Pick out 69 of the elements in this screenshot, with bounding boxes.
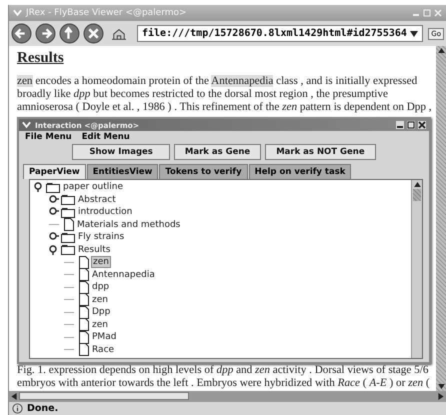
section-heading: Results <box>17 50 65 67</box>
forward-icon[interactable] <box>35 23 56 44</box>
reload-icon[interactable] <box>59 23 80 44</box>
maximize-icon[interactable] <box>407 121 415 129</box>
document-icon <box>79 293 89 306</box>
document-icon <box>79 343 89 356</box>
scroll-down-icon[interactable] <box>438 384 444 389</box>
tree-item[interactable]: Race <box>91 344 116 355</box>
scrollbar-thumb[interactable] <box>413 189 421 201</box>
horizontal-scrollbar[interactable] <box>9 391 446 401</box>
tree-item[interactable]: Materials and methods <box>76 220 182 230</box>
close-icon[interactable] <box>418 121 426 129</box>
tree-item[interactable]: zen <box>91 294 109 305</box>
collapsed-handle-icon[interactable] <box>49 194 59 205</box>
action-button[interactable]: Show Images <box>72 144 170 160</box>
vertical-scrollbar[interactable] <box>436 46 446 391</box>
document-icon <box>79 268 89 282</box>
folder-icon <box>61 232 75 243</box>
document-icon <box>79 280 89 294</box>
action-button[interactable]: Mark as NOT Gene <box>265 144 376 160</box>
status-text: Done. <box>27 403 58 414</box>
menu-item[interactable]: File Menu <box>25 132 72 142</box>
scroll-left-icon[interactable] <box>11 392 17 400</box>
figure-caption: Fig. 1. expression depends on high levels of dpp and zen activity . Dorsal views of stage 5/6 embryos with anterior towards the left . Embryos were hybridized with Race ( A-E ) or zen ( <box>17 364 431 390</box>
folder-icon <box>61 244 75 256</box>
folder-icon <box>61 206 75 218</box>
expanded-handle-icon[interactable] <box>49 244 59 255</box>
minimize-icon[interactable] <box>396 121 404 129</box>
document-icon <box>79 330 89 344</box>
back-icon[interactable] <box>11 23 32 44</box>
tree-item[interactable]: Abstract <box>77 194 117 205</box>
tree-item[interactable]: zen <box>91 256 111 268</box>
paragraph: zen encodes a homeodomain protein of the Antennapedia class , and is initially expressed broadly like dpp but becomes restricted to the dorsal most region , the presumptive amnioserosa ( Doyle et al. , 1986 ) . This refinement of the zen pattern is dependent on Dpp , <box>17 75 432 114</box>
tree-item[interactable]: introduction <box>77 207 134 218</box>
vertical-scrollbar[interactable] <box>411 180 422 358</box>
collapsed-handle-icon[interactable] <box>49 232 59 242</box>
stop-icon[interactable] <box>83 23 104 44</box>
tab[interactable]: EntitiesView <box>86 164 158 179</box>
home-icon[interactable] <box>110 26 128 40</box>
scroll-right-icon[interactable] <box>438 392 444 400</box>
document-icon <box>79 318 89 332</box>
document-icon <box>79 256 89 269</box>
tree-item[interactable]: dpp <box>91 282 110 292</box>
scroll-up-icon[interactable] <box>414 182 420 187</box>
tree-item[interactable]: Antennapedia <box>91 270 156 280</box>
scrollbar-thumb[interactable] <box>19 392 189 400</box>
tree-item[interactable]: Fly strains <box>77 232 126 242</box>
expanded-handle-icon[interactable] <box>34 182 44 192</box>
window-title: JRex - FlyBase Viewer <@palermo> <box>26 8 188 18</box>
tab[interactable]: Tokens to verify <box>159 164 248 179</box>
address-field[interactable]: file:///tmp/15728670.8lxml1429html#id2755364 <box>137 25 424 42</box>
chevron-icon[interactable] <box>13 9 22 17</box>
chevron-icon[interactable] <box>22 121 31 129</box>
scroll-up-icon[interactable] <box>438 48 444 53</box>
tree-item[interactable]: paper outline <box>62 182 124 192</box>
folder-icon <box>61 194 75 206</box>
tab[interactable]: PaperView <box>23 164 86 179</box>
tree-item[interactable]: zen <box>91 320 109 330</box>
document-icon <box>79 306 89 319</box>
tree-item[interactable]: PMad <box>91 332 118 342</box>
menu-item[interactable]: Edit Menu <box>82 132 130 142</box>
tab[interactable]: Help on verify task <box>248 164 352 179</box>
document-icon <box>64 218 74 232</box>
tree-item[interactable]: Dpp <box>91 307 112 318</box>
collapsed-handle-icon[interactable] <box>49 207 59 218</box>
dropdown-arrow-icon[interactable] <box>410 30 418 36</box>
folder-icon <box>46 182 60 193</box>
action-button[interactable]: Mark as Gene <box>174 144 262 160</box>
tree-item[interactable]: Results <box>77 244 112 255</box>
